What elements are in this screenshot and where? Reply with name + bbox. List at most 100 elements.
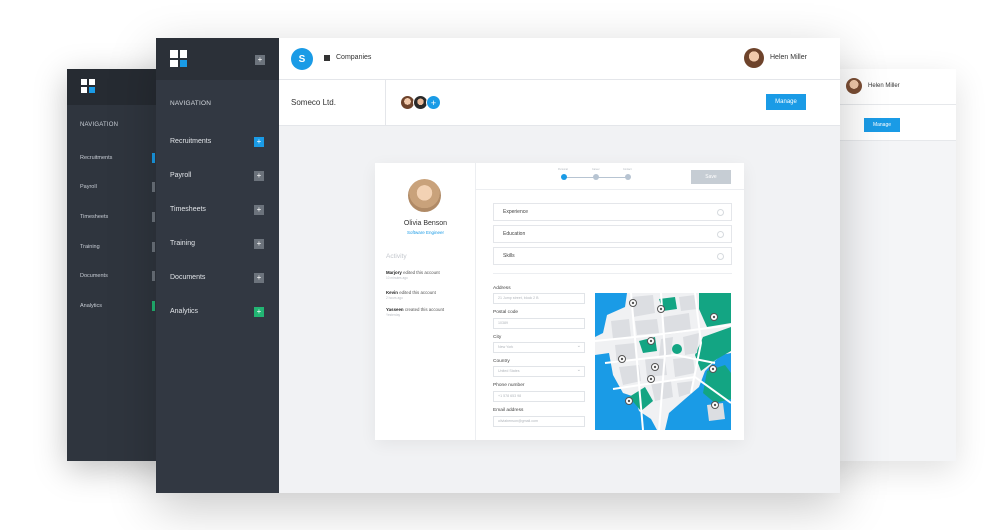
nav-marker: [152, 242, 155, 252]
nav-item-training: Training: [80, 244, 100, 250]
manage-button[interactable]: Manage: [766, 94, 806, 110]
top-bar: S Companies Helen Miller: [279, 38, 840, 80]
activity-action: created this account: [404, 307, 445, 312]
activity-line: Yasseen created this account: [386, 307, 471, 312]
activity-action: edited this account: [403, 270, 440, 275]
sidebar-item-documents[interactable]: Documents +: [156, 268, 279, 290]
step-progress: Personal Career Contact Save: [476, 163, 744, 190]
nav-marker: [152, 271, 155, 281]
step-dot-active[interactable]: [561, 174, 567, 180]
user-name: Helen Miller: [868, 83, 900, 89]
step-label: Contact: [623, 168, 632, 171]
map-graphic: [595, 293, 731, 430]
profile-photo: [408, 179, 441, 212]
plus-icon[interactable]: +: [254, 205, 264, 215]
sidebar-item-payroll[interactable]: Payroll +: [156, 166, 279, 188]
country-select[interactable]: United States: [493, 366, 585, 377]
country-label: Country: [493, 359, 510, 364]
sidebar-item-label: Documents: [170, 274, 206, 281]
grid-icon: [324, 55, 330, 61]
profile-card: Olivia Benson Software Engineer Activity…: [375, 163, 744, 440]
avatar: [846, 78, 862, 94]
sidebar-item-label: Training: [170, 240, 196, 247]
nav-item-timesheets: Timesheets: [80, 214, 109, 220]
sidebar-toggle-button[interactable]: +: [255, 55, 265, 65]
section-education[interactable]: Education: [493, 225, 732, 243]
plus-icon[interactable]: +: [254, 273, 264, 283]
section-label: Education: [503, 231, 526, 237]
sidebar-item-label: Timesheets: [170, 206, 206, 213]
divider: [493, 273, 732, 274]
activity-title: Activity: [386, 253, 407, 260]
section-skills[interactable]: Skills: [493, 247, 732, 265]
activity-user: Yasseen: [386, 307, 404, 312]
expand-icon: [717, 231, 724, 238]
nav-item-recruitments: Recruitments: [80, 155, 113, 161]
sidebar-item-analytics[interactable]: Analytics +: [156, 302, 279, 324]
sidebar-item-label: Recruitments: [170, 138, 212, 145]
address-field[interactable]: 21 Jump street, block 2 B: [493, 293, 585, 304]
companies-link[interactable]: Companies: [336, 54, 371, 61]
plus-icon[interactable]: +: [254, 137, 264, 147]
navigation-title: NAVIGATION: [170, 100, 212, 107]
profile-summary: Olivia Benson Software Engineer Activity…: [375, 163, 476, 440]
add-member-button[interactable]: +: [426, 95, 441, 110]
nav-item-payroll: Payroll: [80, 184, 97, 190]
avatar[interactable]: [744, 48, 764, 68]
section-label: Skills: [503, 253, 515, 259]
manage-button: Manage: [864, 118, 900, 132]
plus-icon[interactable]: +: [254, 239, 264, 249]
section-label: Experience: [503, 209, 529, 215]
user-name[interactable]: Helen Miller: [770, 54, 807, 61]
nav-item-analytics: Analytics: [80, 303, 103, 309]
plus-icon[interactable]: +: [254, 171, 264, 181]
postal-code-label: Postal code: [493, 310, 519, 315]
activity-line: Kevin edited this account: [386, 290, 471, 295]
nav-item-documents: Documents: [80, 273, 108, 279]
app-logo-icon: [81, 79, 95, 93]
activity-item: Yasseen created this account Yesterday: [386, 307, 471, 317]
section-experience[interactable]: Experience: [493, 203, 732, 221]
location-map[interactable]: [595, 293, 731, 430]
sidebar-item-label: Payroll: [170, 172, 192, 179]
nav-marker: [152, 301, 155, 311]
email-label: Email address: [493, 408, 524, 413]
activity-item: Marjory edited this account 10 minutes a…: [386, 270, 471, 280]
step-dot[interactable]: [625, 174, 631, 180]
company-bar: Someco Ltd. + Manage: [279, 80, 840, 126]
divider: [385, 80, 386, 126]
map-park: [672, 344, 682, 354]
activity-user: Kevin: [386, 290, 398, 295]
email-field[interactable]: oliviabenson@gmail.com: [493, 416, 585, 427]
sidebar-item-recruitments[interactable]: Recruitments +: [156, 132, 279, 154]
phone-field[interactable]: +1 578 653 98: [493, 391, 585, 402]
nav-marker: [152, 153, 155, 163]
sidebar-item-label: Analytics: [170, 308, 199, 315]
city-label: City: [493, 335, 502, 340]
navigation-title: NAVIGATION: [80, 122, 119, 128]
city-select[interactable]: New York: [493, 342, 585, 353]
expand-icon: [717, 253, 724, 260]
step-label: Personal: [558, 168, 568, 171]
profile-details: Personal Career Contact Save Experience …: [476, 163, 744, 440]
postal-code-field[interactable]: 10389: [493, 318, 585, 329]
app-logo-icon: [170, 50, 187, 67]
save-button[interactable]: Save: [691, 170, 731, 184]
phone-label: Phone number: [493, 383, 525, 388]
step-label: Career: [592, 168, 600, 171]
sidebar-item-training[interactable]: Training +: [156, 234, 279, 256]
activity-time: Yesterday: [386, 313, 401, 317]
activity-line: Marjory edited this account: [386, 270, 471, 275]
sidebar-header: +: [156, 38, 279, 80]
sidebar: + NAVIGATION Recruitments + Payroll + Ti…: [156, 38, 279, 493]
nav-marker: [152, 212, 155, 222]
profile-name: Olivia Benson: [403, 220, 448, 227]
company-badge[interactable]: S: [291, 48, 313, 70]
plus-icon[interactable]: +: [254, 307, 264, 317]
nav-marker: [152, 182, 155, 192]
step-dot[interactable]: [593, 174, 599, 180]
activity-item: Kevin edited this account 2 hours ago: [386, 290, 471, 300]
main-window: + NAVIGATION Recruitments + Payroll + Ti…: [156, 38, 840, 493]
address-label: Address: [493, 286, 511, 291]
sidebar-item-timesheets[interactable]: Timesheets +: [156, 200, 279, 222]
